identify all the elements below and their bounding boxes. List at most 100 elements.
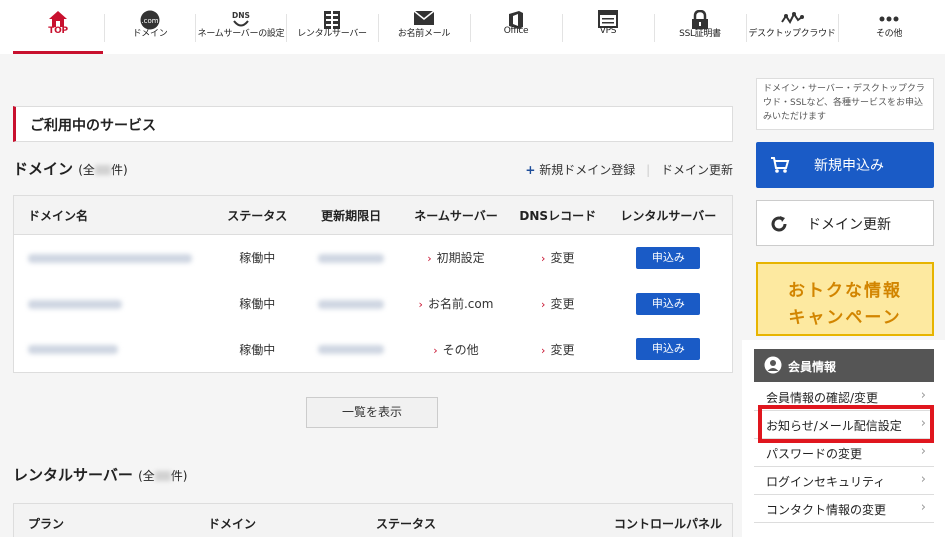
domain-count-value [94, 164, 111, 175]
chevron-right-icon: › [541, 343, 546, 357]
nav-item-other[interactable]: その他 [839, 0, 939, 54]
nameserver-cell[interactable]: › 初期設定 [401, 235, 511, 281]
member-item-label: ログインセキュリティ [766, 475, 886, 489]
nav-label-nameserver: ネームサーバーの設定 [197, 29, 285, 39]
renew-domain-link[interactable]: ドメイン更新 [661, 163, 733, 177]
blurred-date [318, 299, 385, 309]
nav-item-domain[interactable]: .com ドメイン [105, 0, 195, 54]
expiry-cell [301, 281, 401, 327]
member-item-label: コンタクト情報の変更 [766, 503, 887, 517]
member-item-password[interactable]: パスワードの変更 › [754, 439, 934, 467]
chevron-right-icon: › [920, 472, 926, 487]
blurred-domain [28, 299, 122, 309]
new-domain-link[interactable]: 新規ドメイン登録 [539, 163, 635, 177]
column-header: DNSレコード [510, 195, 605, 235]
nav-item-top[interactable]: TOP [13, 0, 103, 54]
table-row: 稼働中 › お名前.com › 変更 申込み [14, 281, 733, 327]
new-order-button[interactable]: 新規申込み [756, 142, 934, 188]
blurred-date [318, 345, 385, 355]
chevron-right-icon: › [427, 252, 432, 266]
status-cell: 稼働中 [239, 297, 276, 311]
dns-cell[interactable]: › 変更 [511, 235, 605, 281]
mail-icon [413, 10, 435, 25]
status-cell: 稼働中 [239, 251, 276, 266]
dns-cell[interactable]: › 変更 [511, 327, 605, 373]
apply-button[interactable]: 申込み [636, 292, 701, 315]
services-title: ご利用中のサービス [30, 118, 156, 134]
rental-count-prefix: (全 [138, 469, 155, 483]
member-item-login-security[interactable]: ログインセキュリティ › [754, 467, 934, 495]
domain-name-cell[interactable] [14, 235, 214, 281]
table-row: 稼働中 › その他 › 変更 申込み [14, 327, 733, 373]
nav-label-other: その他 [875, 29, 903, 39]
member-item-label: パスワードの変更 [766, 447, 863, 461]
chevron-right-icon: › [920, 444, 926, 459]
domain-actions: + 新規ドメイン登録 | ドメイン更新 [525, 161, 733, 178]
dns-cell[interactable]: › 変更 [511, 281, 605, 327]
rental-cell: 申込み [605, 235, 733, 281]
chevron-right-icon: › [541, 252, 546, 266]
nameserver-cell[interactable]: › その他 [401, 327, 511, 373]
domain-count-suffix: 件) [110, 163, 128, 177]
campaign-line2: キャンペーン [788, 308, 902, 328]
nameserver-link[interactable]: 初期設定 [437, 251, 485, 265]
column-header: プラン [28, 517, 65, 531]
column-header: ステータス [376, 517, 437, 531]
rental-count-suffix: 件) [170, 469, 188, 483]
column-header: ステータス [213, 195, 302, 235]
chevron-right-icon: › [920, 500, 926, 515]
status-cell: 稼働中 [239, 342, 276, 357]
nav-item-ssl[interactable]: SSL証明書 [655, 0, 745, 54]
nav-item-rental-server[interactable]: レンタルサーバー [287, 0, 377, 54]
nav-item-nameserver[interactable]: DNS ネームサーバーの設定 [196, 0, 286, 54]
link-separator: | [646, 163, 651, 177]
new-order-label: 新規申込み [814, 158, 884, 174]
plus-icon: + [525, 163, 536, 177]
apply-button[interactable]: 申込み [636, 246, 701, 269]
nav-label-rental-server: レンタルサーバー [297, 29, 367, 39]
domain-renew-button[interactable]: ドメイン更新 [756, 200, 934, 246]
refresh-icon [771, 216, 787, 232]
nameserver-link[interactable]: お名前.com [428, 297, 493, 311]
domain-icon-text: .com [141, 17, 158, 25]
member-title: 会員情報 [788, 360, 837, 374]
cart-icon [771, 157, 790, 173]
dns-link[interactable]: 変更 [550, 251, 574, 265]
nameserver-link[interactable]: その他 [443, 343, 479, 357]
dns-link[interactable]: 変更 [550, 343, 574, 357]
rental-cell: 申込み [605, 327, 733, 373]
table-row: 稼働中 › 初期設定 › 変更 申込み [14, 235, 733, 281]
domain-name-cell[interactable] [14, 327, 214, 373]
nav-item-office[interactable]: Office [471, 0, 561, 54]
rental-count-value [154, 470, 171, 481]
nav-item-cloud[interactable]: デスクトップクラウド [747, 0, 837, 54]
column-header: 更新期限日 [301, 195, 402, 235]
member-item-contact[interactable]: コンタクト情報の変更 › [754, 495, 934, 523]
nav-item-mail[interactable]: お名前メール [379, 0, 469, 54]
nav-item-vps[interactable]: VPS [563, 0, 653, 54]
campaign-banner[interactable]: おトクな情報 キャンペーン [756, 262, 934, 336]
nav-label-domain: ドメイン [132, 29, 168, 39]
column-header: ドメイン名 [13, 195, 214, 235]
chevron-right-icon: › [433, 343, 438, 357]
promo-note: ドメイン・サーバー・デスクトップクラウド・SSLなど、各種サービスをお申込みいた… [756, 78, 934, 130]
top-nav: TOP .com ドメイン DNS ネームサーバーの設定 レンタルサーバー お名… [0, 0, 945, 54]
expiry-cell [301, 327, 401, 373]
nav-label-cloud: デスクトップクラウド [748, 29, 836, 39]
services-header: ご利用中のサービス [13, 106, 733, 142]
show-all-button[interactable]: 一覧を表示 [306, 397, 438, 428]
column-header: レンタルサーバー [604, 195, 733, 235]
column-header: コントロールパネル [614, 517, 723, 531]
dns-link[interactable]: 変更 [550, 297, 574, 311]
rental-title: レンタルサーバー [13, 466, 133, 484]
nav-label-top: TOP [48, 26, 68, 36]
chevron-right-icon: › [920, 388, 926, 403]
rental-table-header: プラン ドメイン ステータス コントロールパネル [13, 503, 733, 537]
blurred-domain [28, 345, 118, 355]
domain-section-title: ドメイン (全 件) [13, 158, 128, 179]
apply-button[interactable]: 申込み [636, 338, 701, 361]
domain-name-cell[interactable] [14, 281, 214, 327]
nameserver-cell[interactable]: › お名前.com [401, 281, 511, 327]
nav-label-office: Office [503, 26, 529, 36]
dns-icon-text: DNS [232, 11, 250, 20]
